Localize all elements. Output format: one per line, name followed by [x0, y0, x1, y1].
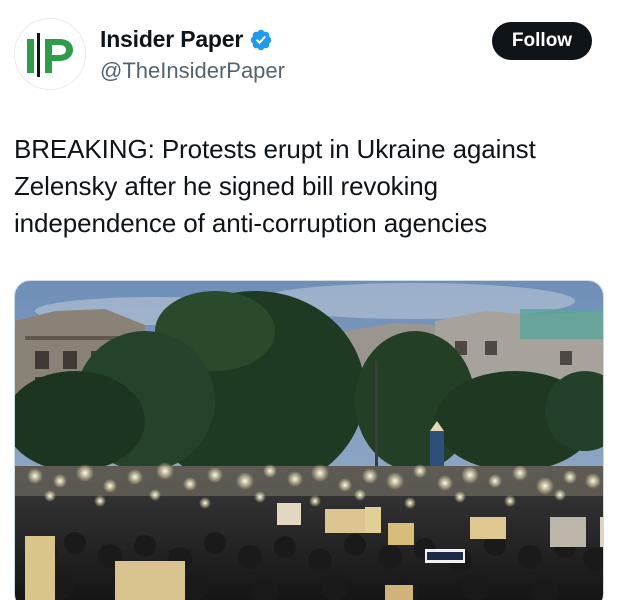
tweet-card: Insider Paper @TheInsiderPaper Follow BR…: [0, 0, 618, 600]
verified-badge-icon: [249, 28, 273, 52]
follow-button[interactable]: Follow: [492, 22, 592, 60]
avatar[interactable]: [14, 18, 86, 90]
insider-paper-logo-icon: [15, 19, 85, 89]
protest-photo-image: [15, 281, 603, 600]
tweet-text: BREAKING: Protests erupt in Ukraine agai…: [14, 134, 536, 238]
tweet-media-photo[interactable]: [14, 280, 604, 600]
account-handle[interactable]: @TheInsiderPaper: [100, 58, 285, 84]
display-name[interactable]: Insider Paper: [100, 26, 243, 53]
author-name-row: Insider Paper: [100, 26, 273, 53]
